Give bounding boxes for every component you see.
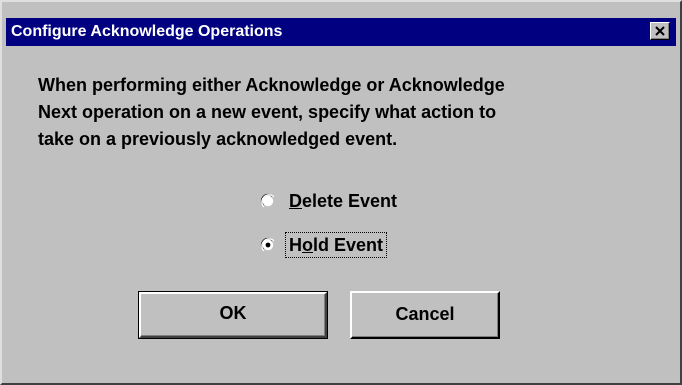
close-icon [655,26,665,36]
instruction-line-1: When performing either Acknowledge or Ac… [38,75,505,95]
delete-event-label-rest: elete Event [302,191,398,211]
hold-event-label-pre: H [289,235,302,255]
instruction-line-3: take on a previously acknowledged event. [38,129,398,149]
instruction-line-2: Next operation on a new event, specify w… [38,102,497,122]
cancel-button[interactable]: Cancel [350,291,500,339]
cancel-button-label: Cancel [395,304,455,324]
hold-event-label[interactable]: Hold Event [284,232,388,258]
radio-unselected-icon[interactable] [260,193,276,209]
hold-event-label-rest: ld Event [313,235,384,255]
delete-event-mnemonic: D [289,191,302,211]
radio-selected-icon[interactable] [260,237,276,253]
delete-event-label[interactable]: Delete Event [286,189,400,213]
instruction-text: When performing either Acknowledge or Ac… [38,72,668,153]
ok-button[interactable]: OK [138,291,328,339]
acknowledge-dialog: Configure Acknowledge Operations When pe… [0,0,682,385]
hold-event-mnemonic: o [302,235,313,255]
close-button[interactable] [650,22,670,40]
dialog-title: Configure Acknowledge Operations [11,23,283,40]
title-bar[interactable]: Configure Acknowledge Operations [6,18,676,46]
ok-button-label: OK [219,303,247,323]
